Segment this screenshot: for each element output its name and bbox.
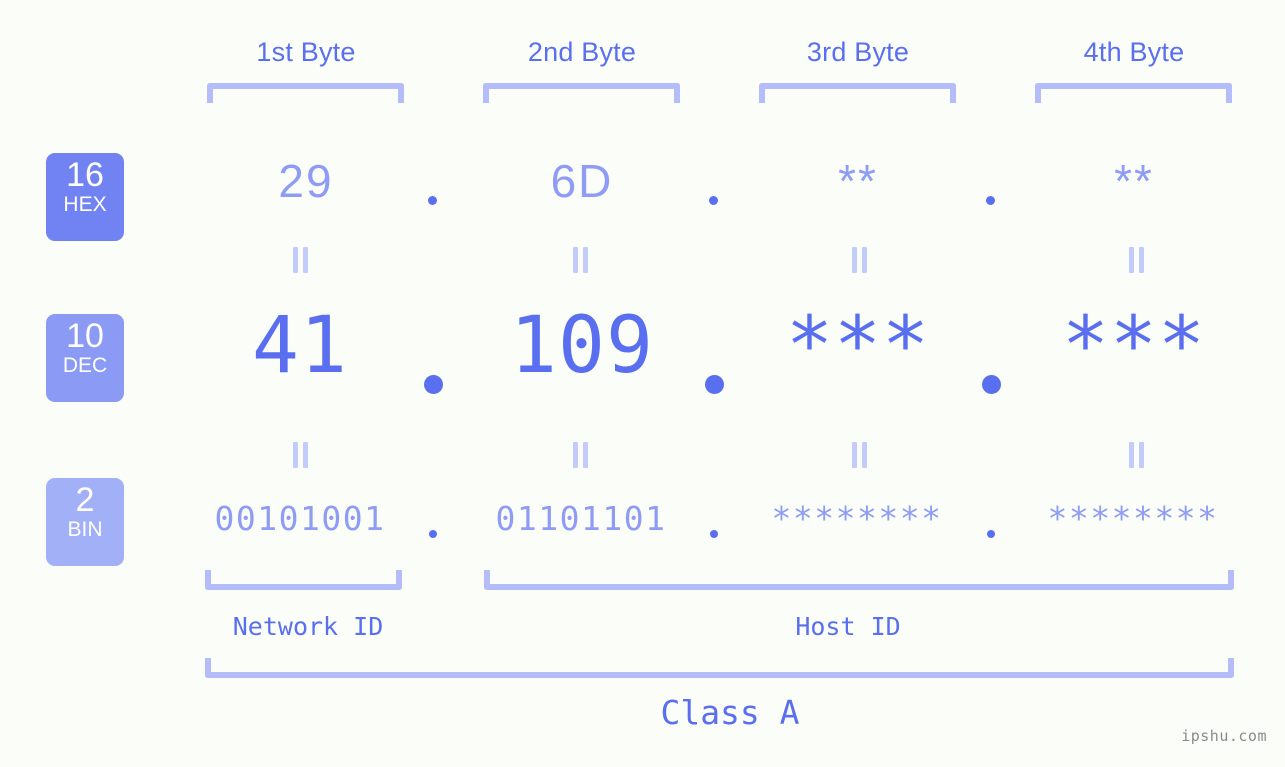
hex-byte-value-1: 29 <box>278 155 334 207</box>
hex-separator-dot-3 <box>986 196 995 205</box>
base-badge-dec-abbr: DEC <box>62 354 108 377</box>
hex-byte-value-2: 6D <box>550 155 614 207</box>
equals-connector-hex-dec-3 <box>849 247 871 273</box>
dec-byte-value-4: *** <box>1062 301 1206 391</box>
equals-connector-hex-dec-4 <box>1126 247 1148 273</box>
byte-bracket-3 <box>759 83 956 103</box>
base-badge-hex-number: 16 <box>66 156 104 194</box>
site-watermark: ipshu.com <box>1181 727 1267 745</box>
bin-separator-dot-2 <box>710 530 718 538</box>
bin-byte-value-2: 01101101 <box>495 499 667 538</box>
bin-byte-value-1: 00101001 <box>214 499 386 538</box>
byte-header-label-2: 2nd Byte <box>527 37 637 67</box>
equals-connector-dec-bin-3 <box>849 442 871 468</box>
bin-separator-dot-3 <box>987 530 995 538</box>
network-id-bracket <box>205 570 402 590</box>
equals-connector-dec-bin-4 <box>1126 442 1148 468</box>
equals-connector-dec-bin-2 <box>570 442 592 468</box>
dec-separator-dot-1 <box>424 375 443 394</box>
bin-separator-dot-1 <box>429 530 437 538</box>
base-badge-bin[interactable]: 2 BIN <box>46 478 124 566</box>
ip-address-breakdown-diagram: 1st Byte 2nd Byte 3rd Byte 4th Byte 16 H… <box>0 0 1285 767</box>
bin-byte-value-4: ******** <box>1047 499 1219 538</box>
host-id-bracket <box>484 570 1234 590</box>
base-badge-hex-abbr: HEX <box>63 193 107 216</box>
byte-bracket-2 <box>483 83 680 103</box>
dec-separator-dot-2 <box>705 375 724 394</box>
byte-bracket-1 <box>207 83 404 103</box>
hex-byte-value-3: ** <box>838 155 878 207</box>
byte-bracket-4 <box>1035 83 1232 103</box>
dec-byte-value-3: *** <box>786 301 930 391</box>
dec-byte-value-2: 109 <box>510 301 654 391</box>
hex-separator-dot-2 <box>709 196 718 205</box>
base-badge-dec-number: 10 <box>66 317 104 355</box>
hex-separator-dot-1 <box>428 196 437 205</box>
byte-header-label-1: 1st Byte <box>256 37 356 67</box>
byte-header-label-4: 4th Byte <box>1083 37 1185 67</box>
equals-connector-hex-dec-1 <box>290 247 312 273</box>
class-label: Class A <box>660 693 800 732</box>
dec-separator-dot-3 <box>982 375 1001 394</box>
dec-byte-value-1: 41 <box>252 301 348 391</box>
base-badge-bin-abbr: BIN <box>67 518 103 541</box>
base-badge-dec[interactable]: 10 DEC <box>46 314 124 402</box>
class-bracket <box>205 658 1234 678</box>
byte-header-label-3: 3rd Byte <box>806 37 910 67</box>
base-badge-hex[interactable]: 16 HEX <box>46 153 124 241</box>
bin-byte-value-3: ******** <box>771 499 943 538</box>
base-badge-bin-number: 2 <box>75 481 95 519</box>
equals-connector-dec-bin-1 <box>290 442 312 468</box>
equals-connector-hex-dec-2 <box>570 247 592 273</box>
network-id-label: Network ID <box>232 612 384 641</box>
host-id-label: Host ID <box>795 612 901 641</box>
hex-byte-value-4: ** <box>1114 155 1154 207</box>
